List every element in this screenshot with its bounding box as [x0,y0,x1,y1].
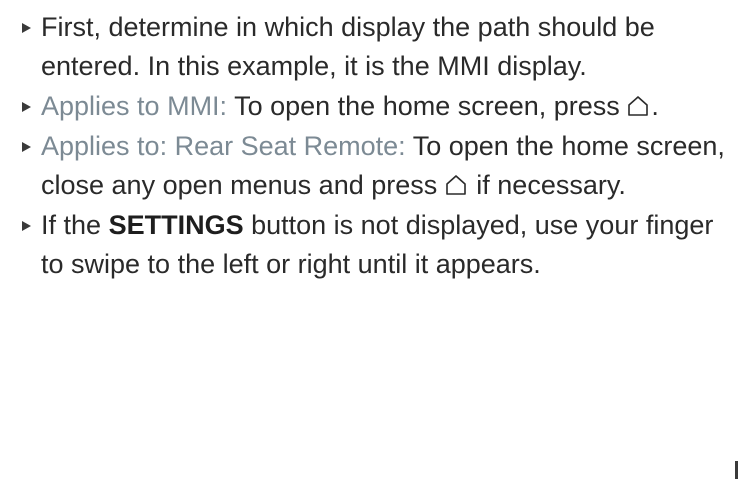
step-text: To open the home screen, press [234,91,620,121]
manual-page: First, determine in which display the pa… [0,0,742,492]
bullet-arrow-icon [22,23,31,33]
home-icon [627,95,649,117]
settings-button-label: SETTINGS [108,210,244,240]
step-text-end: . [651,91,659,121]
list-item: If the SETTINGS button is not displayed,… [22,206,738,284]
list-item: First, determine in which display the pa… [22,8,738,86]
bullet-arrow-icon [22,102,31,112]
list-item: Applies to MMI: To open the home screen,… [22,87,738,126]
list-item: Applies to: Rear Seat Remote: To open th… [22,127,738,205]
bullet-arrow-icon [22,221,31,231]
step-text: First, determine in which display the pa… [41,12,655,81]
instruction-list: First, determine in which display the pa… [22,8,738,285]
bullet-arrow-icon [22,142,31,152]
applies-label: Applies to: Rear Seat Remote: [41,131,406,161]
applies-label: Applies to MMI: [41,91,228,121]
page-edge-mark [735,461,738,479]
step-text-end: if necessary. [476,170,626,200]
step-text: If the [41,210,102,240]
home-icon [445,174,467,196]
cropped-previous-line [0,0,742,4]
